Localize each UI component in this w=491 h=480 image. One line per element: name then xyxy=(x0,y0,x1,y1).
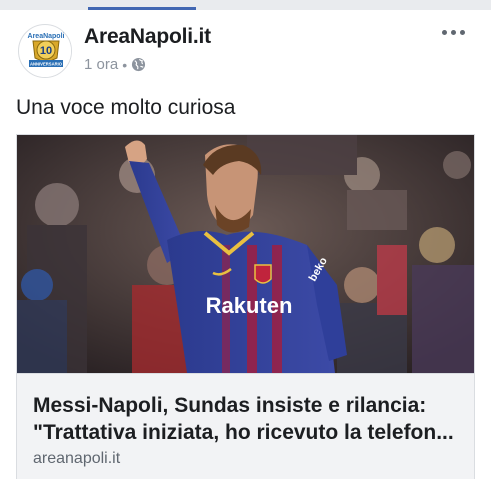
page-avatar[interactable]: AreaNapoli 10 ANNIVERSARIO xyxy=(18,24,72,78)
meta-separator: • xyxy=(122,56,128,73)
avatar-number-text: 10 xyxy=(40,45,52,57)
link-domain: areanapoli.it xyxy=(33,450,121,467)
avatar-brand-text: AreaNapoli xyxy=(28,33,65,40)
link-headline[interactable]: Messi-Napoli, Sundas insiste e rilancia:… xyxy=(33,392,463,446)
link-preview-caption[interactable]: Messi-Napoli, Sundas insiste e rilancia:… xyxy=(17,373,474,479)
jersey-sponsor-text: Rakuten xyxy=(206,293,293,318)
post-meta: 1 ora • xyxy=(84,56,146,73)
post-time[interactable]: 1 ora xyxy=(84,56,118,73)
avatar-ribbon-text: ANNIVERSARIO xyxy=(30,62,63,67)
more-dot xyxy=(442,30,447,35)
globe-icon[interactable] xyxy=(131,57,146,72)
link-preview-image[interactable]: Rakuten beko xyxy=(17,135,474,373)
top-tab-bar-edge xyxy=(0,0,491,10)
link-preview-card[interactable]: Rakuten beko Messi-Napoli, Sundas insist… xyxy=(16,134,475,479)
more-options-icon[interactable] xyxy=(442,30,465,35)
more-dot xyxy=(460,30,465,35)
more-dot xyxy=(451,30,456,35)
areanapoli-logo-icon: AreaNapoli 10 ANNIVERSARIO xyxy=(20,26,71,77)
page-name[interactable]: AreaNapoli.it xyxy=(84,25,211,49)
link-headline-line-1: Messi-Napoli, Sundas insiste e rilancia: xyxy=(33,394,427,417)
post-message: Una voce molto curiosa xyxy=(16,96,236,119)
footballer-photo: Rakuten beko xyxy=(17,135,474,373)
link-headline-line-2: "Trattativa iniziata, ho ricevuto la tel… xyxy=(33,421,454,444)
facebook-post: AreaNapoli 10 ANNIVERSARIO AreaNapoli.it… xyxy=(0,10,491,480)
